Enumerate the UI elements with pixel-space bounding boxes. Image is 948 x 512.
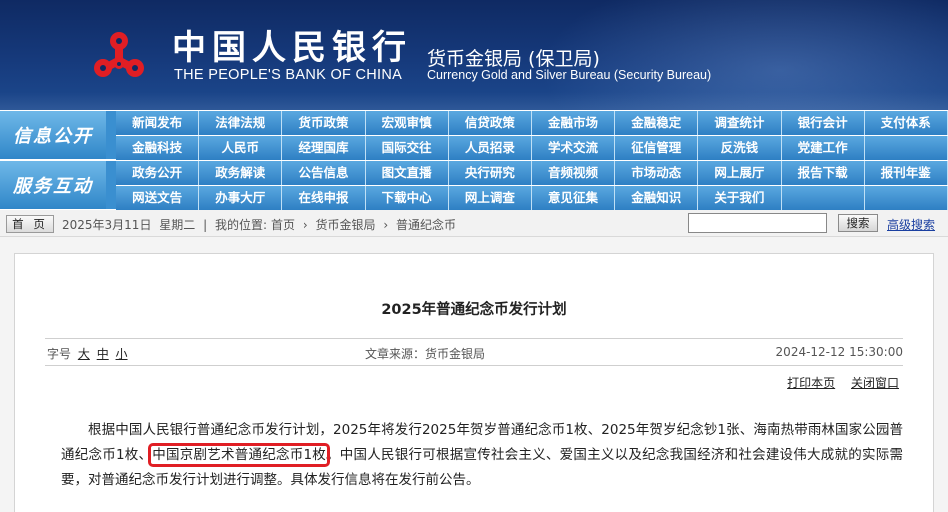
font-size-medium[interactable]: 中 — [97, 347, 109, 361]
page: 中国人民银行 THE PEOPLE'S BANK OF CHINA 货币金银局 … — [0, 0, 948, 512]
nav-item[interactable]: 信贷政策 — [448, 111, 532, 135]
nav-item[interactable]: 报告下载 — [781, 161, 865, 185]
close-window-link[interactable]: 关闭窗口 — [851, 376, 899, 390]
banner-stripe — [0, 92, 948, 110]
nav-item[interactable]: 音频视频 — [531, 161, 616, 185]
article-meta: 字号 大 中 小 文章来源：货币金银局 2024-12-12 15:30:00 — [45, 338, 903, 366]
breadcrumb-divider: | — [203, 218, 208, 232]
nav-item[interactable]: 征信管理 — [615, 136, 699, 160]
breadcrumb: 2025年3月11日 星期二 | 我的位置: 首页 › 货币金银局 › 普通纪念币 — [62, 216, 460, 233]
font-size-switcher: 字号 大 中 小 — [47, 345, 128, 362]
current-date: 2025年3月11日 — [62, 218, 152, 232]
nav-group-info: 信息公开 新闻发布 法律法规 货币政策 宏观审慎 信贷政策 金融市场 金融稳定 … — [0, 110, 948, 160]
highlighted-text: 中国京剧艺术普通纪念币1枚 — [148, 443, 331, 467]
nav-item-empty — [864, 186, 948, 210]
nav-item[interactable]: 经理国库 — [282, 136, 366, 160]
nav-item[interactable]: 央行研究 — [448, 161, 532, 185]
nav-item[interactable]: 党建工作 — [781, 136, 865, 160]
breadcrumb-bar: 首 页 2025年3月11日 星期二 | 我的位置: 首页 › 货币金银局 › 普… — [0, 210, 948, 237]
search-input[interactable] — [688, 213, 827, 233]
nav-item[interactable]: 政务公开 — [116, 161, 200, 185]
nav-item[interactable]: 报刊年鉴 — [864, 161, 948, 185]
breadcrumb-item-home[interactable]: 首页 — [271, 218, 295, 232]
current-weekday: 星期二 — [159, 218, 196, 232]
nav-item[interactable]: 人员招录 — [448, 136, 532, 160]
nav-item[interactable]: 国际交往 — [365, 136, 449, 160]
breadcrumb-prefix: 我的位置: — [215, 218, 268, 232]
nav-item[interactable]: 网上调查 — [448, 186, 532, 210]
nav-row: 政务公开 政务解读 公告信息 图文直播 央行研究 音频视频 市场动态 网上展厅 … — [116, 161, 948, 185]
search-button[interactable]: 搜索 — [838, 214, 878, 232]
pboc-logo-icon[interactable] — [88, 26, 150, 88]
nav-item[interactable]: 调查统计 — [698, 111, 782, 135]
nav-group-service: 服务互动 政务公开 政务解读 公告信息 图文直播 央行研究 音频视频 市场动态 … — [0, 160, 948, 210]
nav-group-label-info[interactable]: 信息公开 — [0, 111, 106, 159]
nav-divider — [106, 161, 116, 209]
article-body: 根据中国人民银行普通纪念币发行计划，2025年将发行2025年贺岁普通纪念币1枚… — [61, 418, 903, 493]
nav-divider — [106, 111, 116, 159]
nav-item[interactable]: 网送文告 — [116, 186, 200, 210]
nav-row: 新闻发布 法律法规 货币政策 宏观审慎 信贷政策 金融市场 金融稳定 调查统计 … — [116, 111, 948, 135]
nav-item[interactable]: 金融科技 — [116, 136, 200, 160]
nav-item[interactable]: 金融稳定 — [615, 111, 699, 135]
bank-name-cn: 中国人民银行 — [172, 28, 412, 68]
bureau-name-en: Currency Gold and Silver Bureau (Securit… — [427, 68, 712, 82]
nav-item[interactable]: 关于我们 — [698, 186, 782, 210]
print-page-link[interactable]: 打印本页 — [787, 376, 835, 390]
nav-group-label-service[interactable]: 服务互动 — [0, 161, 106, 209]
nav-item[interactable]: 图文直播 — [365, 161, 449, 185]
main-nav: 信息公开 新闻发布 法律法规 货币政策 宏观审慎 信贷政策 金融市场 金融稳定 … — [0, 110, 948, 210]
font-size-label: 字号 — [47, 347, 72, 361]
article-tools: 打印本页 关闭窗口 — [775, 374, 899, 391]
nav-item[interactable]: 意见征集 — [531, 186, 616, 210]
nav-item[interactable]: 银行会计 — [781, 111, 865, 135]
nav-item[interactable]: 人民币 — [199, 136, 283, 160]
nav-row: 金融科技 人民币 经理国库 国际交往 人员招录 学术交流 征信管理 反洗钱 党建… — [116, 136, 948, 160]
article-source: 文章来源：货币金银局 — [365, 347, 486, 361]
advanced-search-link[interactable]: 高级搜索 — [887, 216, 935, 233]
nav-item[interactable]: 新闻发布 — [116, 111, 200, 135]
nav-item[interactable]: 金融市场 — [531, 111, 616, 135]
site-banner: 中国人民银行 THE PEOPLE'S BANK OF CHINA 货币金银局 … — [0, 0, 948, 110]
nav-item[interactable]: 网上展厅 — [698, 161, 782, 185]
breadcrumb-separator: › — [302, 218, 308, 232]
nav-item[interactable]: 学术交流 — [531, 136, 616, 160]
nav-item[interactable]: 下载中心 — [365, 186, 449, 210]
breadcrumb-item-bureau[interactable]: 货币金银局 — [316, 218, 376, 232]
article-panel: 2025年普通纪念币发行计划 字号 大 中 小 文章来源：货币金银局 2024-… — [14, 253, 934, 512]
nav-item[interactable]: 反洗钱 — [698, 136, 782, 160]
bureau-name-cn: 货币金银局 (保卫局) — [427, 48, 600, 70]
nav-item[interactable]: 金融知识 — [615, 186, 699, 210]
nav-item[interactable]: 办事大厅 — [199, 186, 283, 210]
home-button[interactable]: 首 页 — [6, 215, 54, 233]
breadcrumb-item-coins[interactable]: 普通纪念币 — [396, 218, 456, 232]
nav-item[interactable]: 市场动态 — [615, 161, 699, 185]
bank-name-en: THE PEOPLE'S BANK OF CHINA — [174, 67, 403, 83]
font-size-large[interactable]: 大 — [78, 347, 90, 361]
nav-row: 网送文告 办事大厅 在线申报 下载中心 网上调查 意见征集 金融知识 关于我们 — [116, 186, 948, 210]
nav-item[interactable]: 政务解读 — [199, 161, 283, 185]
nav-item[interactable]: 法律法规 — [199, 111, 283, 135]
article-date: 2024-12-12 15:30:00 — [775, 345, 903, 359]
article-title: 2025年普通纪念币发行计划 — [381, 302, 567, 318]
nav-item-empty — [781, 186, 865, 210]
nav-item[interactable]: 宏观审慎 — [365, 111, 449, 135]
nav-item[interactable]: 公告信息 — [282, 161, 366, 185]
nav-item[interactable]: 货币政策 — [282, 111, 366, 135]
content-area: 2025年普通纪念币发行计划 字号 大 中 小 文章来源：货币金银局 2024-… — [0, 237, 948, 512]
nav-item[interactable]: 在线申报 — [282, 186, 366, 210]
nav-item-empty — [864, 136, 948, 160]
nav-item[interactable]: 支付体系 — [864, 111, 948, 135]
font-size-small[interactable]: 小 — [116, 347, 128, 361]
breadcrumb-separator: › — [383, 218, 389, 232]
